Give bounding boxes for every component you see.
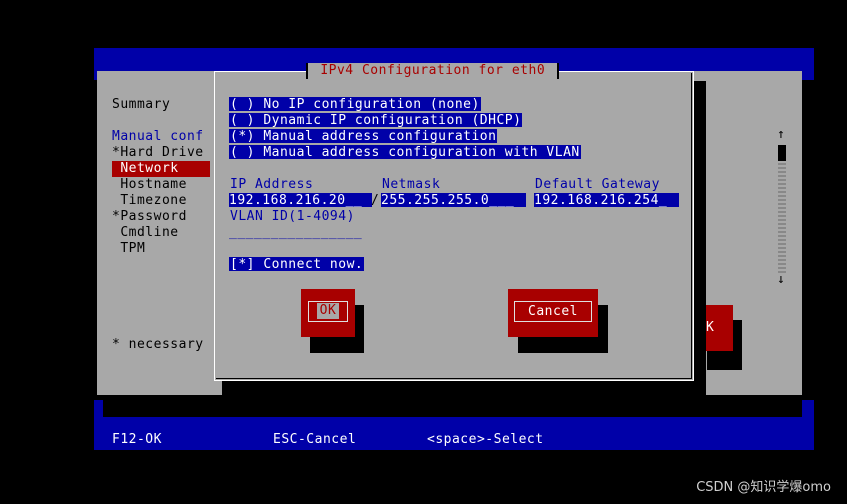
vlan-id-label: VLAN ID(1-4094): [230, 209, 355, 224]
radio-none-marker: ( ): [230, 97, 255, 112]
radio-dhcp-marker: ( ): [230, 113, 255, 128]
scrollbar-thumb[interactable]: [778, 145, 786, 161]
netmask-label: Netmask: [382, 177, 441, 192]
radio-dhcp-label: Dynamic IP configuration (DHCP): [263, 113, 522, 128]
radio-dhcp[interactable]: ( ) Dynamic IP configuration (DHCP): [229, 113, 523, 128]
radio-manual-vlan-marker: ( ): [230, 145, 255, 160]
sidebar-item-hostname[interactable]: Hostname: [112, 177, 187, 193]
gateway-label: Default Gateway: [535, 177, 660, 192]
connect-now-marker: [*]: [230, 257, 255, 272]
ip-address-label: IP Address: [230, 177, 314, 192]
necessary-note: * necessary: [112, 337, 204, 352]
sidebar-item-tpm[interactable]: TPM: [112, 241, 145, 257]
sidebar-item-network[interactable]: Network: [112, 161, 210, 177]
radio-manual-marker: (*): [230, 129, 255, 144]
scroll-up-arrow[interactable]: ↑: [777, 127, 785, 143]
sidebar-item-manual-conf[interactable]: Manual conf: [112, 129, 204, 145]
sidebar-item-summary[interactable]: Summary: [112, 97, 170, 113]
ok-button-inner: OK: [308, 301, 348, 322]
dialog-title: IPv4 Configuration for eth0: [306, 63, 560, 79]
radio-manual-vlan[interactable]: ( ) Manual address configuration with VL…: [229, 145, 581, 160]
connect-now-checkbox[interactable]: [*] Connect now.: [229, 257, 365, 272]
ok-button[interactable]: OK: [301, 289, 355, 337]
sidebar-item-cmdline[interactable]: Cmdline: [112, 225, 179, 241]
scrollbar-track[interactable]: [778, 145, 786, 273]
ok-button-label: OK: [316, 303, 340, 319]
radio-manual-label: Manual address configuration: [263, 129, 497, 144]
footer-esc-cancel: ESC-Cancel: [273, 432, 357, 447]
radio-none-label: No IP configuration (none): [263, 97, 480, 112]
ip-address-input[interactable]: 192.168.216.20__: [229, 193, 372, 207]
radio-manual-vlan-label: Manual address configuration with VLAN: [263, 145, 580, 160]
field-separator: /: [371, 193, 380, 208]
sidebar-item-hard-drive[interactable]: *Hard Drive: [112, 145, 204, 161]
radio-manual[interactable]: (*) Manual address configuration: [229, 129, 498, 144]
background-button-label: K: [706, 320, 715, 335]
connect-now-label: Connect now.: [263, 257, 364, 272]
cancel-button-label: Cancel: [528, 304, 578, 319]
cancel-button-inner: Cancel: [514, 301, 592, 322]
scroll-down-arrow[interactable]: ↓: [777, 272, 785, 288]
vlan-id-input[interactable]: ________________: [229, 225, 362, 241]
sidebar-item-password[interactable]: *Password: [112, 209, 187, 225]
footer-f12-ok: F12-OK: [112, 432, 162, 447]
radio-none[interactable]: ( ) No IP configuration (none): [229, 97, 481, 112]
gateway-input[interactable]: 192.168.216.254_: [534, 193, 679, 207]
netmask-input[interactable]: 255.255.255.0___: [381, 193, 526, 207]
footer-space-select: <space>-Select: [427, 432, 544, 447]
sidebar-item-timezone[interactable]: Timezone: [112, 193, 187, 209]
watermark: CSDN @知识学爆omo: [696, 480, 831, 495]
cancel-button[interactable]: Cancel: [508, 289, 598, 337]
